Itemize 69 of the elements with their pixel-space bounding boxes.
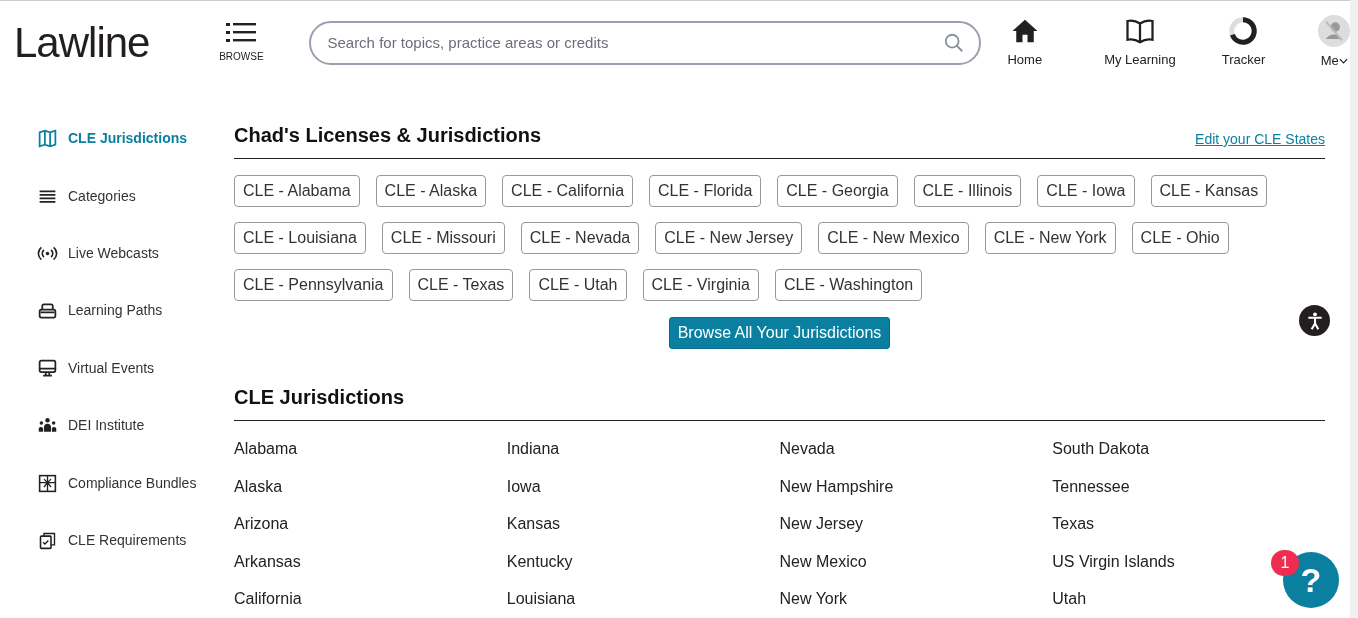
- jurisdiction-link[interactable]: Texas: [1052, 515, 1095, 533]
- jurisdiction-tag[interactable]: CLE - Pennsylvania: [234, 269, 393, 301]
- avatar-icon: [1318, 14, 1351, 47]
- jurisdiction-link[interactable]: New Hampshire: [779, 477, 894, 495]
- nav-item[interactable]: Tracker: [1221, 15, 1266, 70]
- jurisdiction-link[interactable]: Iowa: [506, 477, 541, 495]
- jurisdiction-link[interactable]: Arizona: [234, 515, 289, 533]
- jurisdiction-tag[interactable]: CLE - New Jersey: [655, 222, 803, 254]
- jurisdiction-tag[interactable]: CLE - Ohio: [1131, 222, 1229, 254]
- jurisdiction-tag[interactable]: CLE - New Mexico: [818, 222, 969, 254]
- jurisdiction-tag[interactable]: CLE - Iowa: [1037, 175, 1135, 207]
- jurisdiction-link[interactable]: Alaska: [234, 477, 283, 495]
- nav-item[interactable]: Me: [1318, 14, 1351, 71]
- jurisdiction-tag[interactable]: CLE - Utah: [529, 269, 627, 301]
- jurisdiction-tag[interactable]: CLE - Washington: [774, 269, 923, 301]
- notification-badge: 1: [1271, 550, 1299, 576]
- search-field[interactable]: Search for topics, practice areas or credits: [309, 20, 982, 65]
- sidebar-item[interactable]: DEI Institute: [37, 396, 230, 455]
- jurisdiction-tag[interactable]: CLE - California: [502, 175, 634, 207]
- jurisdiction-tag[interactable]: CLE - Georgia: [777, 175, 898, 207]
- jurisdiction-tag[interactable]: CLE - Illinois: [913, 175, 1022, 207]
- jurisdiction-link[interactable]: Arkansas: [234, 552, 301, 570]
- sidebar-item[interactable]: Learning Paths: [37, 282, 230, 340]
- jurisdiction-link[interactable]: Nevada: [779, 440, 835, 457]
- sidebar-item[interactable]: Live Webcasts: [37, 224, 230, 283]
- accessibility-button[interactable]: [1299, 305, 1330, 336]
- jurisdiction-tag[interactable]: CLE - Florida: [649, 175, 762, 207]
- caret-icon: [1338, 58, 1348, 65]
- jurisdiction-link[interactable]: Kentucky: [506, 552, 573, 570]
- jurisdiction-tag[interactable]: CLE - Alabama: [234, 175, 360, 207]
- sidebar-item[interactable]: Compliance Bundles: [37, 454, 230, 512]
- jurisdiction-tag[interactable]: CLE - Missouri: [381, 222, 505, 254]
- jurisdiction-link[interactable]: Louisiana: [506, 590, 576, 608]
- jurisdiction-tag[interactable]: CLE - Louisiana: [234, 222, 366, 254]
- jurisdiction-link[interactable]: South Dakota: [1052, 440, 1150, 457]
- jurisdiction-tag[interactable]: CLE - Kansas: [1150, 175, 1268, 207]
- sidebar-item[interactable]: Categories: [37, 167, 230, 225]
- jurisdiction-link[interactable]: New York: [779, 590, 848, 608]
- jurisdiction-link[interactable]: New Jersey: [779, 515, 864, 533]
- section-title: Chad's Licenses & Jurisdictions: [234, 123, 542, 148]
- nav-item[interactable]: My Learning: [1104, 15, 1176, 70]
- map-icon: [37, 128, 58, 150]
- jurisdiction-tag[interactable]: CLE - Virginia: [642, 269, 759, 301]
- jurisdiction-link[interactable]: Utah: [1052, 590, 1087, 608]
- sidebar-item[interactable]: CLE Jurisdictions: [37, 110, 230, 168]
- menu-icon: [225, 21, 258, 45]
- jurisdiction-link[interactable]: California: [234, 590, 302, 608]
- section-title: CLE Jurisdictions: [234, 385, 406, 410]
- jurisdiction-tag[interactable]: CLE - Alaska: [375, 175, 487, 207]
- search-icon: [943, 31, 966, 54]
- logo[interactable]: Lawline: [14, 21, 150, 64]
- edit-link[interactable]: Edit your CLE States: [1195, 129, 1325, 150]
- sidebar-item[interactable]: CLE Requirements: [37, 511, 230, 570]
- jurisdiction-tag[interactable]: CLE - New York: [984, 222, 1116, 254]
- jurisdiction-tag[interactable]: CLE - Nevada: [520, 222, 640, 254]
- jurisdiction-tag[interactable]: CLE - Texas: [408, 269, 514, 301]
- browse-jurisdictions-button[interactable]: Browse All Your Jurisdictions: [668, 317, 891, 349]
- monitor-icon: [37, 357, 58, 379]
- jurisdiction-link[interactable]: US Virgin Islands: [1052, 552, 1175, 570]
- jurisdiction-link[interactable]: Alabama: [234, 440, 298, 457]
- nav-item[interactable]: Home: [1007, 15, 1043, 70]
- browse-button[interactable]: BROWSE: [201, 21, 282, 64]
- ring-icon: [1228, 15, 1259, 46]
- jurisdiction-link[interactable]: Kansas: [506, 515, 561, 533]
- jurisdiction-link[interactable]: Indiana: [506, 440, 560, 457]
- jurisdiction-link[interactable]: Tennessee: [1052, 477, 1130, 495]
- jurisdiction-link[interactable]: New Mexico: [779, 552, 867, 570]
- sidebar-item[interactable]: Virtual Events: [37, 339, 230, 397]
- gift-icon: [37, 472, 58, 494]
